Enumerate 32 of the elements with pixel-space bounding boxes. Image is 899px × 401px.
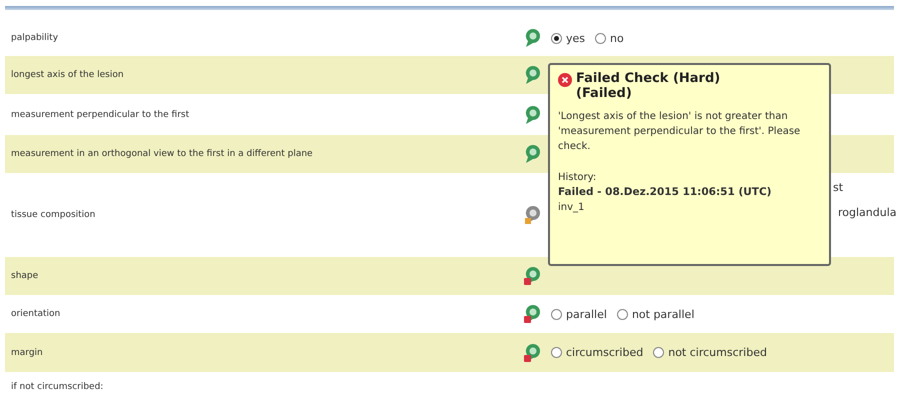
user-name: inv_1 bbox=[558, 201, 586, 215]
tooltip-message: 'Longest axis of the lesion' is not greater than 'measurement perpendicular to the first'. Please check. bbox=[558, 110, 802, 154]
field-label: if not circumscribed: bbox=[10, 382, 104, 392]
tooltip-subtitle: (Failed) bbox=[576, 86, 633, 101]
error-icon bbox=[558, 73, 572, 87]
field-label: margin bbox=[10, 348, 44, 358]
pin-error-icon[interactable] bbox=[523, 304, 541, 324]
radio-option[interactable]: circumscribed bbox=[551, 346, 644, 359]
radio-option[interactable]: not parallel bbox=[616, 308, 694, 320]
pin-icon[interactable] bbox=[523, 65, 541, 85]
field-label: longest axis of the lesion bbox=[10, 70, 125, 80]
field-label: palpability bbox=[10, 33, 60, 43]
pin-error-icon[interactable] bbox=[523, 342, 541, 362]
radio-option[interactable]: not circumscribed bbox=[653, 346, 767, 359]
field-label: measurement perpendicular to the first bbox=[10, 110, 190, 120]
pin-icon[interactable] bbox=[523, 144, 541, 164]
field-label: measurement in an orthogonal view to the first in a different plane bbox=[10, 149, 314, 159]
pin-icon[interactable] bbox=[523, 28, 541, 48]
pin-pending-icon[interactable] bbox=[523, 205, 541, 225]
radio-option[interactable]: parallel bbox=[551, 308, 607, 320]
field-label: shape bbox=[10, 271, 40, 281]
radio-option[interactable]: no bbox=[595, 32, 624, 44]
pin-error-icon[interactable] bbox=[523, 266, 541, 286]
field-label: tissue composition bbox=[10, 210, 96, 220]
pin-icon[interactable] bbox=[523, 104, 541, 124]
field-label: orientation bbox=[10, 309, 62, 319]
tooltip-title: Failed Check (Hard) bbox=[576, 71, 720, 86]
option-label: st bbox=[833, 181, 844, 194]
radio-option[interactable]: yes bbox=[551, 32, 586, 44]
history-label: History: bbox=[558, 171, 598, 185]
history-entry: Failed - 08.Dez.2015 11:06:51 (UTC) bbox=[558, 185, 772, 200]
option-label: roglandula bbox=[838, 206, 897, 219]
